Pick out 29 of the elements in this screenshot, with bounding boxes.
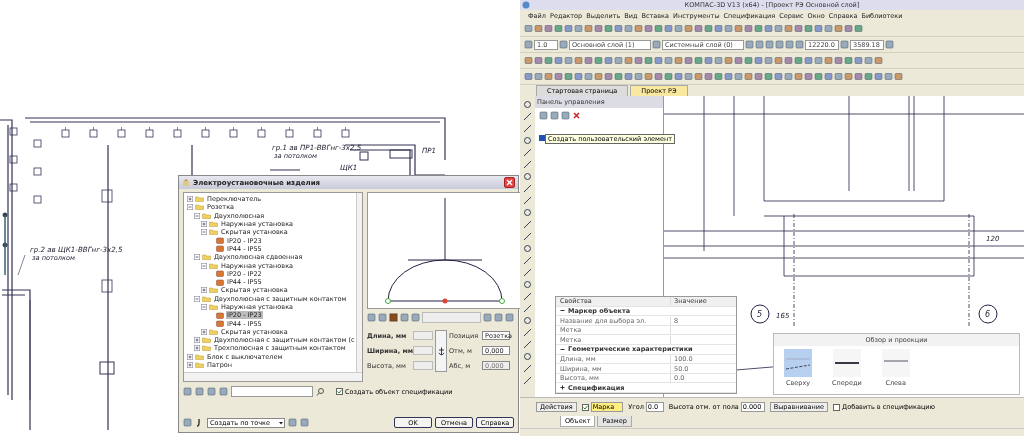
view-preview-icon: [784, 349, 812, 377]
input-field[interactable]: [413, 361, 433, 370]
anchor-button[interactable]: [435, 330, 447, 372]
panel-tool-icon[interactable]: [572, 111, 581, 120]
close-button[interactable]: [504, 177, 515, 188]
expand-icon[interactable]: [560, 385, 565, 391]
input-field[interactable]: [413, 346, 433, 355]
axis-label: 5: [757, 310, 763, 319]
anchor-icon: [437, 346, 445, 356]
view-preview-icon: [832, 349, 861, 377]
collapse-icon[interactable]: [560, 346, 565, 352]
caret-icon: [278, 419, 284, 426]
checkbox[interactable]: [336, 388, 343, 395]
axis-label: 6: [985, 310, 991, 319]
vertical-scrollbar[interactable]: [355, 193, 362, 372]
view-combo[interactable]: [422, 312, 481, 323]
app-icon: [182, 178, 190, 187]
input-field[interactable]: [413, 331, 433, 340]
horizontal-scrollbar[interactable]: [184, 372, 362, 381]
axis-marker: [750, 304, 770, 324]
view-preview-icon: [881, 349, 910, 377]
settings-icon[interactable]: [183, 418, 192, 427]
checkbox[interactable]: [833, 403, 841, 411]
axis-marker: [978, 304, 998, 324]
app-logo-icon: [522, 1, 530, 9]
search-field[interactable]: [231, 386, 313, 397]
search-icon[interactable]: [316, 387, 325, 396]
checkbox[interactable]: [581, 403, 589, 411]
collapse-icon[interactable]: [560, 308, 565, 314]
